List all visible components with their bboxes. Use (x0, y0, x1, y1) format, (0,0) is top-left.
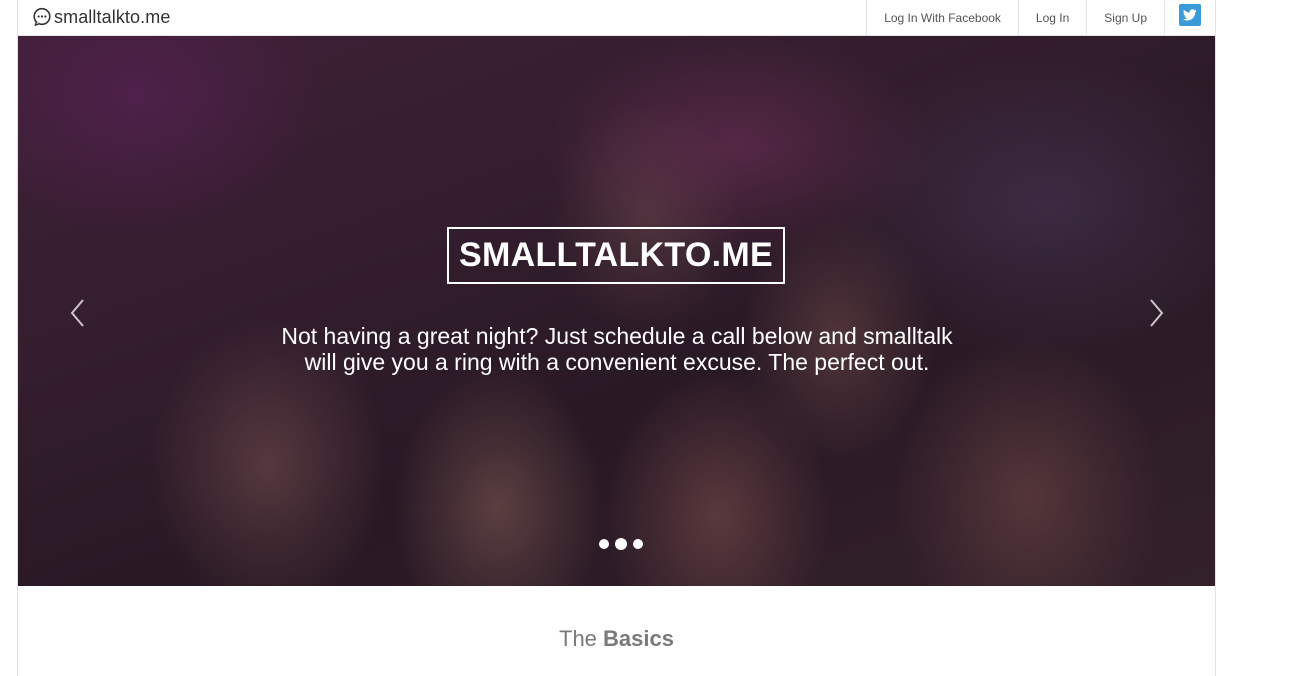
section-heading-prefix: The (559, 626, 597, 651)
chevron-right-icon (1150, 299, 1164, 327)
signup-link[interactable]: Sign Up (1086, 0, 1164, 35)
twitter-icon (1179, 3, 1201, 26)
hero-subtitle: Not having a great night? Just schedule … (218, 323, 1016, 375)
hero-title-box: SMALLTALKTO.ME (447, 227, 785, 284)
twitter-button[interactable] (1164, 0, 1215, 35)
hero-background-photo (18, 36, 1215, 586)
carousel-indicator-2[interactable] (615, 538, 627, 550)
chat-bubble-icon (33, 7, 51, 26)
nav-links: Log In With Facebook Log In Sign Up (866, 0, 1215, 35)
carousel-prev-button[interactable] (66, 296, 90, 330)
login-facebook-link[interactable]: Log In With Facebook (866, 0, 1018, 35)
hero-title: SMALLTALKTO.ME (459, 236, 773, 274)
section-heading: The Basics (18, 626, 1215, 652)
login-link[interactable]: Log In (1017, 0, 1086, 35)
carousel-indicators (596, 537, 646, 551)
page-container: smalltalkto.me Log In With Facebook Log … (17, 0, 1216, 676)
section-heading-emphasis: Basics (603, 626, 674, 651)
carousel-next-button[interactable] (1144, 296, 1168, 330)
hero-subtitle-line-1: Not having a great night? Just schedule … (281, 323, 953, 349)
chevron-left-icon (70, 299, 84, 327)
hero-carousel: SMALLTALKTO.ME Not having a great night?… (18, 36, 1215, 586)
carousel-indicator-1[interactable] (599, 539, 609, 549)
top-navbar: smalltalkto.me Log In With Facebook Log … (18, 0, 1215, 36)
brand-name: smalltalkto.me (54, 6, 171, 27)
carousel-indicator-3[interactable] (633, 539, 643, 549)
hero-subtitle-line-2: will give you a ring with a convenient e… (304, 349, 930, 375)
brand-link[interactable]: smalltalkto.me (32, 6, 170, 28)
